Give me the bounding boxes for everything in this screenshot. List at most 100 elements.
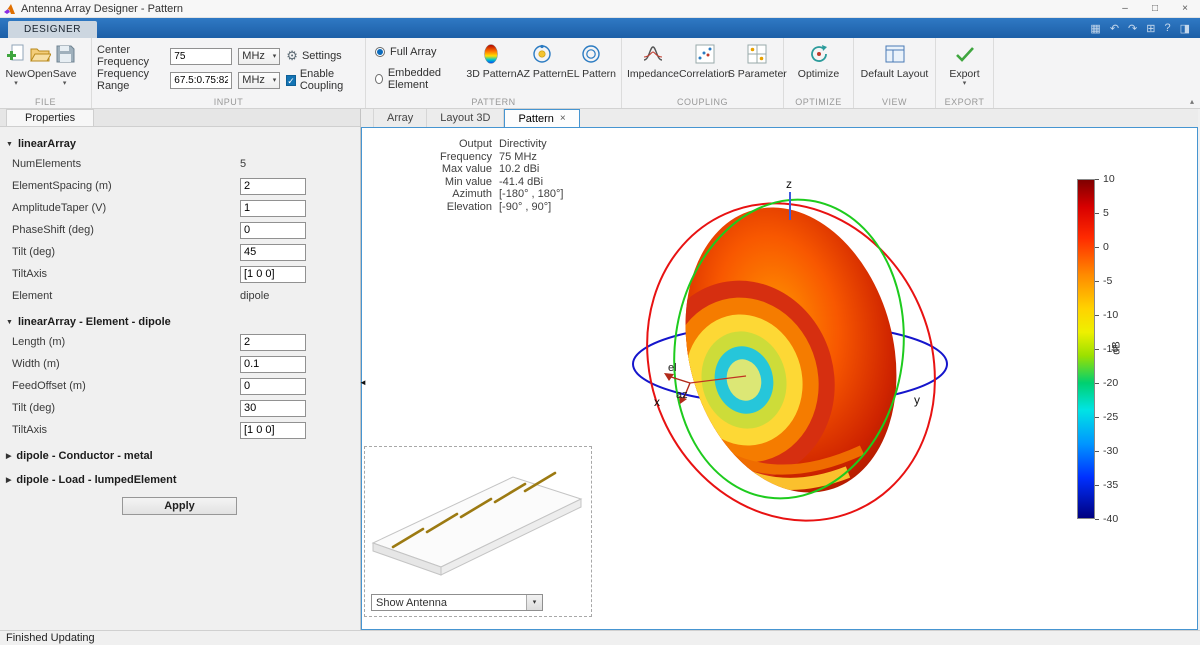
new-icon — [5, 42, 27, 66]
group-header-element-dipole[interactable]: ▼ linearArray - Element - dipole — [0, 313, 360, 331]
checkbox-check-icon: ✓ — [286, 74, 296, 86]
el-pattern-icon — [580, 42, 602, 66]
dock-icon[interactable]: ⊞ — [1146, 22, 1155, 35]
center-frequency-unit-select[interactable]: MHz ▾ — [238, 47, 281, 65]
az-pattern-button[interactable]: AZ Pattern — [517, 40, 567, 80]
impedance-icon — [642, 42, 664, 66]
title-bar: Antenna Array Designer - Pattern – □ × — [0, 0, 1200, 18]
y-axis-label: y — [914, 393, 920, 407]
section-label-pattern: PATTERN — [471, 97, 516, 107]
element-spacing-input[interactable] — [240, 177, 306, 195]
correlation-button[interactable]: Correlation — [679, 40, 730, 80]
toolbar-filler — [994, 38, 1200, 108]
help-icon[interactable]: ? — [1164, 22, 1170, 34]
radiation-pattern-3d-plot[interactable]: z x y el az — [594, 150, 1034, 610]
section-label-coupling: COUPLING — [676, 97, 728, 107]
quick-access-redo-icon[interactable]: ↷ — [1128, 22, 1137, 35]
toolbar-section-view: Default Layout VIEW — [854, 38, 936, 108]
property-row: TiltAxis — [0, 263, 360, 285]
property-row: Tilt (deg) — [0, 241, 360, 263]
document-tab-bar: Array Layout 3D Pattern × — [361, 109, 1198, 127]
feed-offset-input[interactable] — [240, 377, 306, 395]
element-type-value: dipole — [240, 290, 270, 302]
expand-triangle-icon: ▼ — [6, 140, 13, 148]
quick-access-save-icon[interactable]: ▦ — [1090, 22, 1100, 35]
property-row: ElementSpacing (m) — [0, 175, 360, 197]
show-antenna-select[interactable]: Show Antenna ▾ — [371, 594, 543, 611]
phase-shift-input[interactable] — [240, 221, 306, 239]
collapsed-triangle-icon: ▶ — [6, 477, 12, 484]
embedded-element-radio[interactable]: Embedded Element — [375, 67, 458, 91]
x-axis-label: x — [654, 395, 660, 409]
new-button[interactable]: New ▾ — [5, 40, 27, 88]
el-pattern-button[interactable]: EL Pattern — [567, 40, 616, 80]
minimize-button[interactable]: – — [1110, 0, 1140, 17]
section-label-file: FILE — [34, 97, 56, 107]
tab-close-icon[interactable]: × — [560, 113, 566, 124]
enable-coupling-checkbox[interactable]: ✓ Enable Coupling — [286, 68, 360, 92]
property-row: Element dipole — [12, 290, 270, 302]
group-header-conductor-metal[interactable]: ▶ dipole - Conductor - metal — [0, 447, 360, 465]
property-row: Tilt (deg) — [0, 397, 360, 419]
optimize-icon — [808, 42, 830, 66]
frequency-range-unit-select[interactable]: MHz ▾ — [238, 71, 281, 89]
width-input[interactable] — [240, 355, 306, 373]
center-frequency-input[interactable] — [170, 47, 233, 65]
toolbar-section-coupling: Impedance Correlation S Parameter COUPLI… — [622, 38, 787, 108]
save-dropdown-caret-icon[interactable]: ▾ — [63, 80, 67, 88]
impedance-button[interactable]: Impedance — [627, 40, 679, 80]
toolbar-section-input: Center Frequency MHz ▾ ⚙ Settings Freque… — [92, 38, 366, 108]
tab-designer[interactable]: DESIGNER — [8, 21, 98, 38]
section-label-export: EXPORT — [944, 97, 985, 107]
ribbon-collapse-icon[interactable]: ▴ — [1190, 97, 1194, 106]
s-parameter-icon — [746, 42, 768, 66]
export-icon — [954, 42, 976, 66]
section-label-view: VIEW — [881, 97, 907, 107]
colorbar-unit-label: dB — [1110, 341, 1123, 355]
tab-properties[interactable]: Properties — [6, 109, 95, 126]
num-elements-value: 5 — [240, 158, 247, 170]
tab-pattern[interactable]: Pattern × — [504, 109, 580, 127]
group-header-load-lumpedelement[interactable]: ▶ dipole - Load - lumpedElement — [0, 471, 360, 489]
tab-array[interactable]: Array — [373, 109, 428, 127]
toolbar-section-export: Export ▾ EXPORT — [936, 38, 994, 108]
layout-toggle-icon[interactable]: ◨ — [1180, 22, 1190, 35]
splitter-collapse-arrow[interactable]: ◄ — [359, 378, 367, 387]
save-button[interactable]: Save ▾ — [53, 40, 77, 88]
optimize-button[interactable]: Optimize — [791, 40, 847, 80]
open-button[interactable]: Open — [27, 40, 53, 80]
pattern-info-block: Output Directivity Frequency 75 MHz Max va… — [440, 138, 564, 213]
radio-off-icon — [375, 74, 383, 84]
pattern-3d-button[interactable]: 3D Pattern — [466, 40, 517, 80]
max-value: 10.2 dBi — [499, 163, 540, 176]
length-input[interactable] — [240, 333, 306, 351]
tab-layout-3d[interactable]: Layout 3D — [427, 109, 505, 127]
settings-button[interactable]: ⚙ Settings — [286, 48, 360, 64]
status-bar: Finished Updating — [0, 630, 1200, 645]
s-parameter-button[interactable]: S Parameter — [728, 40, 787, 80]
section-label-optimize: OPTIMIZE — [795, 97, 842, 107]
dipole-tilt-axis-input[interactable] — [240, 421, 306, 439]
export-button[interactable]: Export ▾ — [941, 40, 988, 88]
full-array-radio[interactable]: Full Array — [375, 46, 458, 58]
default-layout-button[interactable]: Default Layout — [859, 40, 930, 80]
az-axis-label: az — [676, 389, 688, 401]
property-row: Width (m) — [0, 353, 360, 375]
dipole-tilt-input[interactable] — [240, 399, 306, 417]
close-button[interactable]: × — [1170, 0, 1200, 17]
apply-button[interactable]: Apply — [122, 497, 237, 515]
quick-access-undo-icon[interactable]: ↶ — [1110, 22, 1119, 35]
open-icon — [29, 42, 51, 66]
center-frequency-label: Center Frequency — [97, 44, 149, 68]
amplitude-taper-input[interactable] — [240, 199, 306, 217]
group-header-lineararray[interactable]: ▼ linearArray — [0, 135, 360, 153]
new-dropdown-caret-icon[interactable]: ▾ — [14, 80, 18, 88]
collapsed-triangle-icon: ▶ — [6, 453, 12, 460]
toolbar: New ▾ Open Save ▾ FILE Center Frequency … — [0, 38, 1200, 109]
array-tilt-input[interactable] — [240, 243, 306, 261]
radio-on-icon — [375, 47, 385, 57]
maximize-button[interactable]: □ — [1140, 0, 1170, 17]
array-tilt-axis-input[interactable] — [240, 265, 306, 283]
export-dropdown-caret-icon[interactable]: ▾ — [963, 80, 967, 88]
frequency-range-input[interactable] — [170, 71, 233, 89]
